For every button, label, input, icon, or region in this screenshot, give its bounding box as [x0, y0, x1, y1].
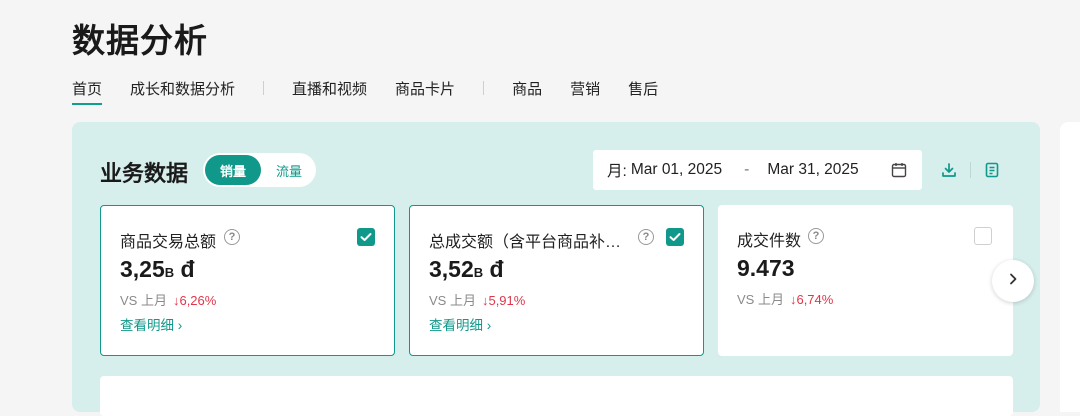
decrease-indicator: ↓6,74%: [789, 292, 834, 307]
metric-card-total-revenue[interactable]: 总成交额（含平台商品补… ? 3,52B đ VS 上月 ↓5,91% 查看明细 …: [409, 205, 704, 356]
card-value: 9.473: [737, 255, 795, 281]
nav-tabs: 首页 成长和数据分析 直播和视频 商品卡片 商品 营销 售后: [72, 78, 686, 108]
card-value: 3,25B đ: [120, 256, 195, 282]
view-details-link[interactable]: 查看明细 ›: [120, 314, 182, 334]
chevron-right-icon: [1006, 272, 1020, 291]
help-icon[interactable]: ?: [808, 228, 824, 244]
help-icon[interactable]: ?: [224, 229, 240, 245]
card-label: 商品交易总额: [120, 234, 217, 251]
checkbox-checked[interactable]: [357, 228, 375, 246]
checkbox-unchecked[interactable]: [974, 227, 992, 245]
checkbox-checked[interactable]: [666, 228, 684, 246]
next-button[interactable]: [992, 260, 1034, 302]
card-comparison: VS 上月 ↓5,91%: [429, 293, 526, 308]
date-start[interactable]: Mar 01, 2025: [631, 161, 722, 179]
report-icon[interactable]: [983, 161, 1001, 184]
decrease-indicator: ↓5,91%: [481, 293, 526, 308]
metric-toggle: 销量 流量: [203, 153, 316, 187]
card-label: 总成交额（含平台商品补…: [429, 234, 622, 251]
date-end[interactable]: Mar 31, 2025: [767, 161, 858, 179]
toggle-traffic[interactable]: 流量: [263, 155, 315, 185]
tab-home[interactable]: 首页: [72, 78, 103, 105]
tab-products[interactable]: 商品: [512, 78, 542, 99]
tab-divider: [263, 81, 265, 95]
metric-card-gmv[interactable]: 商品交易总额 ? 3,25B đ VS 上月 ↓6,26% 查看明细 ›: [100, 205, 395, 356]
card-label: 成交件数: [737, 233, 802, 250]
page-title: 数据分析: [72, 22, 208, 59]
tab-growth-analytics[interactable]: 成长和数据分析: [130, 78, 235, 99]
date-separator: -: [744, 161, 750, 178]
tab-product-card[interactable]: 商品卡片: [395, 78, 455, 99]
card-comparison: VS 上月 ↓6,26%: [120, 293, 217, 308]
tab-live-video[interactable]: 直播和视频: [292, 78, 367, 99]
calendar-icon[interactable]: [890, 161, 908, 184]
decrease-indicator: ↓6,26%: [172, 293, 217, 308]
tab-divider: [483, 81, 485, 95]
section-title: 业务数据: [100, 161, 189, 186]
action-divider: [970, 162, 971, 178]
tab-marketing[interactable]: 营销: [570, 78, 600, 99]
chart-card: [100, 376, 1013, 416]
card-comparison: VS 上月 ↓6,74%: [737, 292, 834, 307]
toggle-sales[interactable]: 销量: [205, 155, 261, 185]
date-range-picker[interactable]: 月: Mar 01, 2025 - Mar 31, 2025: [593, 150, 922, 190]
side-panel: [1060, 122, 1080, 412]
help-icon[interactable]: ?: [638, 229, 654, 245]
metric-card-items-sold[interactable]: 成交件数 ? 9.473 VS 上月 ↓6,74%: [718, 205, 1013, 356]
tab-after-sales[interactable]: 售后: [628, 78, 658, 99]
date-prefix: 月:: [607, 163, 627, 180]
card-value: 3,52B đ: [429, 256, 504, 282]
view-details-link[interactable]: 查看明细 ›: [429, 314, 491, 334]
download-icon[interactable]: [940, 161, 958, 184]
